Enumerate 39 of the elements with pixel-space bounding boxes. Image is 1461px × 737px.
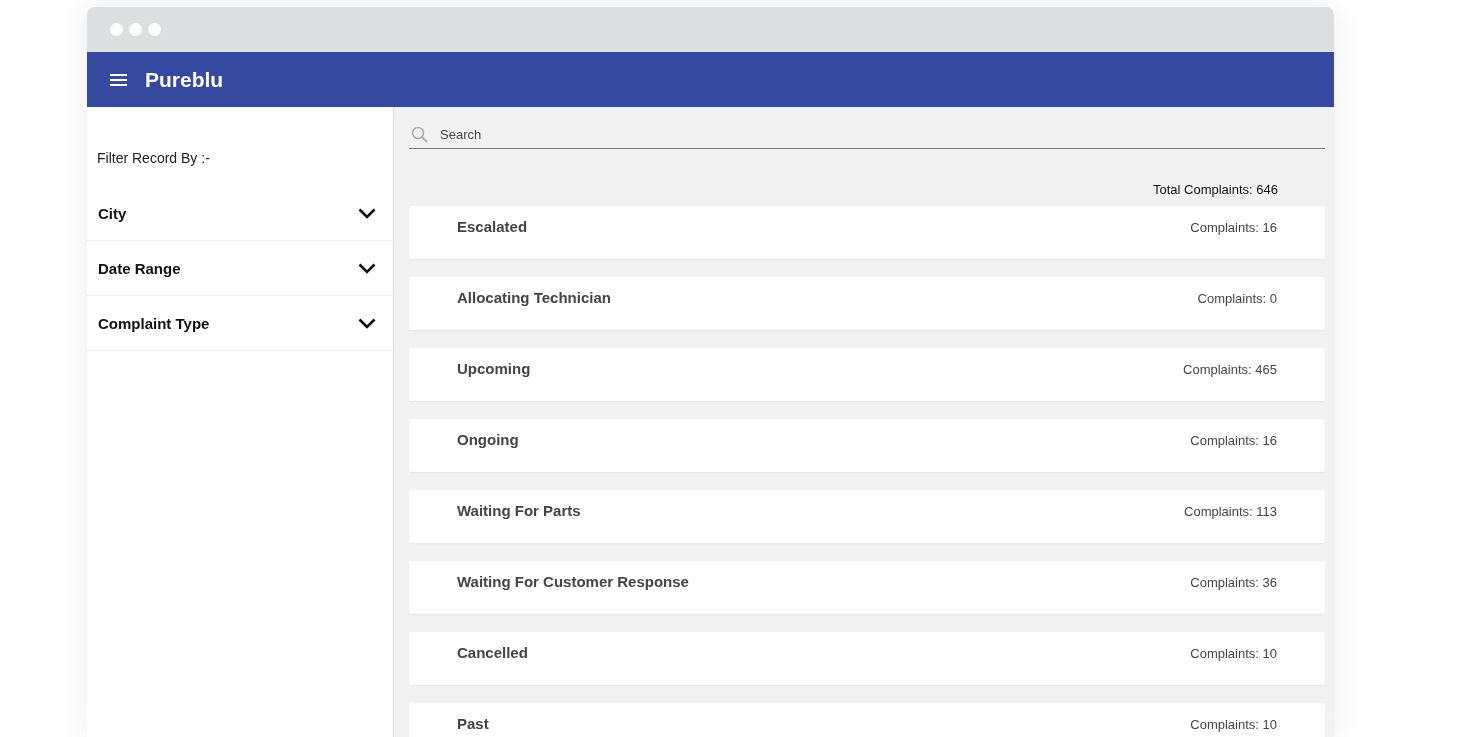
app-title: Pureblu [145, 67, 224, 92]
filter-dropdown[interactable]: City [87, 186, 393, 241]
window-dot-icon [129, 23, 142, 36]
search-icon [411, 126, 428, 143]
filter-dropdown[interactable]: Complaint Type [87, 296, 393, 351]
status-name: Past [457, 715, 489, 732]
status-card[interactable]: Allocating Technician Complaints: 0 [409, 277, 1325, 330]
complaint-count: Complaints: 16 [1190, 432, 1277, 448]
complaint-count: Complaints: 465 [1183, 361, 1277, 377]
complaint-count: Complaints: 10 [1190, 716, 1277, 732]
search-field[interactable]: Search [409, 120, 1325, 149]
status-card[interactable]: Upcoming Complaints: 465 [409, 348, 1325, 401]
filter-dropdown[interactable]: Date Range [87, 241, 393, 296]
status-name: Waiting For Customer Response [457, 573, 689, 590]
status-name: Upcoming [457, 360, 531, 377]
complaint-count: Complaints: 36 [1190, 574, 1277, 590]
status-card[interactable]: Waiting For Customer Response Complaints: 36 [409, 561, 1325, 614]
chevron-down-icon [358, 317, 376, 329]
status-name: Cancelled [457, 644, 528, 661]
status-card[interactable]: Escalated Complaints: 16 [409, 206, 1325, 259]
status-name: Allocating Technician [457, 289, 611, 306]
chevron-down-icon [358, 207, 376, 219]
menu-icon[interactable] [110, 73, 127, 86]
status-name: Ongoing [457, 431, 519, 448]
complaint-count: Complaints: 10 [1190, 645, 1277, 661]
chevron-down-icon [358, 262, 376, 274]
status-card[interactable]: Past Complaints: 10 [409, 703, 1325, 737]
complaint-count: Complaints: 0 [1197, 290, 1277, 306]
complaint-count: Complaints: 16 [1190, 219, 1277, 235]
window-dot-icon [148, 23, 161, 36]
window-dot-icon [110, 23, 123, 36]
status-name: Escalated [457, 218, 528, 235]
status-card[interactable]: Cancelled Complaints: 10 [409, 632, 1325, 685]
status-card[interactable]: Ongoing Complaints: 16 [409, 419, 1325, 472]
total-complaints: Total Complaints: 646 [1153, 182, 1278, 197]
filter-heading: Filter Record By :- [96, 149, 211, 168]
complaint-count: Complaints: 113 [1184, 503, 1277, 519]
status-card[interactable]: Waiting For Parts Complaints: 113 [409, 490, 1325, 543]
status-name: Waiting For Parts [457, 502, 581, 519]
